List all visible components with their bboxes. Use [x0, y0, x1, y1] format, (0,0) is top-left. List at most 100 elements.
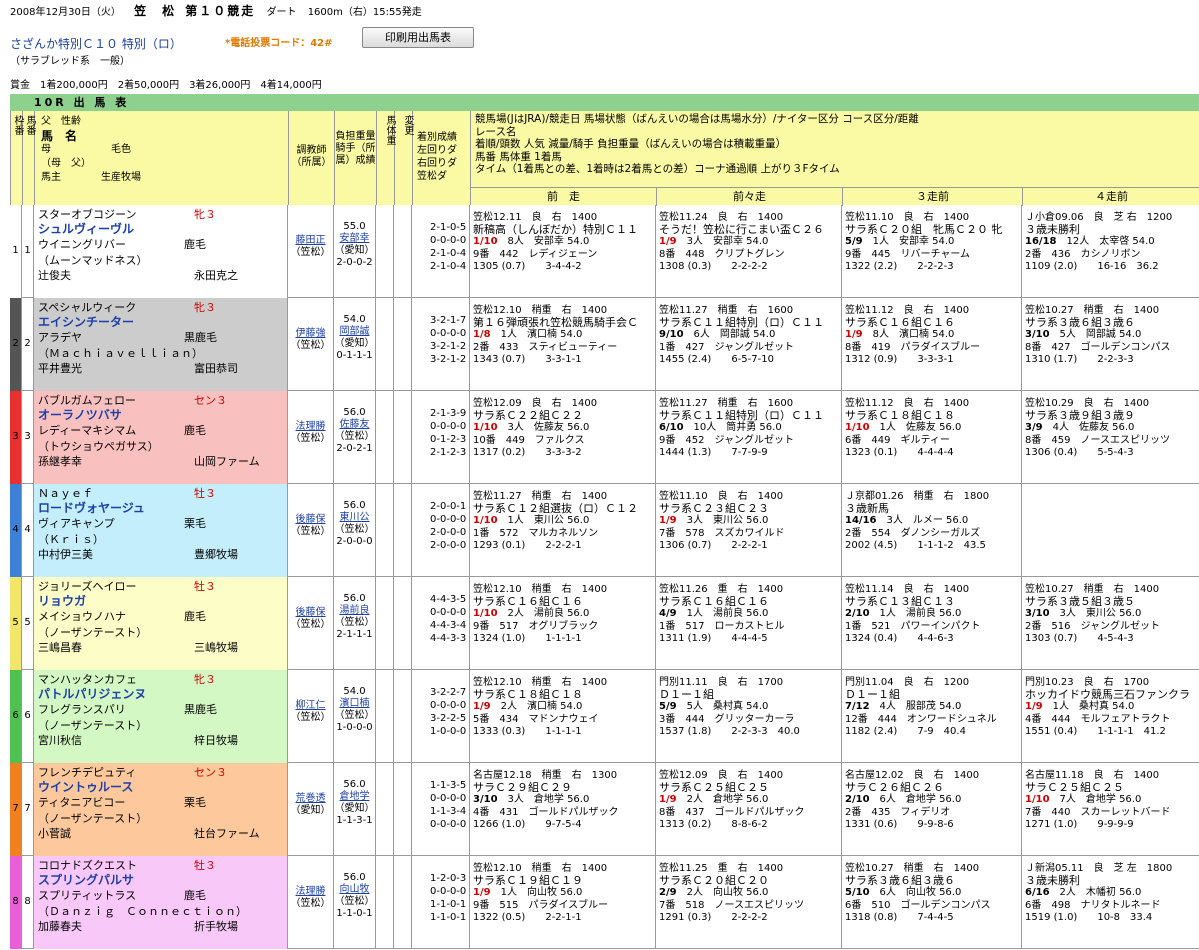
past-race: 笠松11.14 良 右 1400 サラ系Ｃ１３組Ｃ１３ 2/10 1人 湯前良 …	[842, 577, 1022, 670]
horse-name[interactable]: パトルパリジェンヌ	[38, 687, 283, 702]
jockey-link[interactable]: 東川公	[334, 512, 375, 524]
popularity-jockey: 1人 濱口楠 54.0	[500, 329, 583, 341]
sex-age: 牡３	[194, 859, 216, 872]
horse-name[interactable]: ロードヴォヤージュ	[38, 501, 283, 516]
table-row: 55 ジョリーズヘイロー 牡３ リョウガ メイショウノハナ 鹿毛 （ノーザンテースト…	[10, 577, 1199, 670]
dam-line: ティタニアビコー 栗毛	[38, 795, 283, 810]
owner-line: 三嶋昌春 三嶋牧場	[38, 640, 283, 655]
sire-line: ジョリーズヘイロー 牡３	[38, 579, 283, 594]
past-race-name: サラＣ２６組Ｃ２６	[845, 781, 944, 795]
body-weight	[376, 763, 394, 856]
popularity-jockey: 1人 湯前良 56.0	[879, 608, 962, 620]
horse-name[interactable]: リョウガ	[38, 594, 283, 609]
jockey-link[interactable]: 濱口楠	[334, 698, 375, 710]
finish-position: 14/16	[845, 515, 877, 527]
jockey-affiliation: （愛知）	[334, 245, 375, 256]
past-result: 1/9 8人 濱口楠 54.0	[845, 329, 1019, 341]
trainer: 伊藤強 （笠松）	[288, 298, 334, 391]
horse-name[interactable]: シュルヴィーヴル	[38, 222, 283, 237]
jockey-link[interactable]: 岡部誠	[334, 326, 375, 338]
trainer-link[interactable]: 法理勝	[288, 421, 333, 433]
past-race: Ｊ新潟05.11 良 芝 左 1800 ３歳未勝利 6/16 2人 木幡初 56…	[1022, 856, 1199, 949]
coat-color: 黒鹿毛	[184, 703, 217, 717]
jockey-link[interactable]: 倉地学	[334, 791, 375, 803]
dam: スプリティットラス	[38, 889, 137, 903]
past-race-name: サラＣ２９組Ｃ２９	[473, 781, 572, 795]
trainer-link[interactable]: 後藤保	[288, 607, 333, 619]
jockey-record: 1-0-0-0	[336, 722, 373, 733]
trainer-link[interactable]: 藤田正	[288, 235, 333, 247]
past-result: 1/9 2人 倉地学 56.0	[659, 794, 839, 806]
past-result: 1/9 1人 桑村真 54.0	[1025, 701, 1197, 713]
popularity-jockey: 12人 太宰啓 54.0	[1066, 236, 1155, 248]
record-kasamatsu: 2-1-0-4	[430, 261, 467, 272]
owner-line: 辻俊夫 永田克之	[38, 268, 283, 283]
body-weight	[376, 856, 394, 949]
finish-position: 2/10	[845, 608, 870, 620]
sire-line: スターオブコジーン 牝３	[38, 207, 283, 222]
record-left: 0-0-0-0	[430, 328, 467, 339]
jockey-link[interactable]: 向山牧	[334, 884, 375, 896]
sire: コロナドズクエスト	[38, 859, 137, 872]
horse-name[interactable]: ウイントゥルース	[38, 780, 283, 795]
jockey-record: 1-1-3-1	[336, 815, 373, 826]
table-row: 11 スターオブコジーン 牝３ シュルヴィーヴル ウイニングリバー 鹿毛 （ムーンマ…	[10, 205, 1199, 298]
past-result: 1/8 1人 濱口楠 54.0	[473, 329, 653, 341]
change-flag	[394, 298, 412, 391]
jockey-link[interactable]: 佐藤友	[334, 419, 375, 431]
phone-code: *電話投票コード：42#	[225, 38, 333, 49]
past-race: 門別10.23 良 右 1700 ホッカイドウ競馬三石ファンクラ 1/9 1人 …	[1022, 670, 1199, 763]
trainer-link[interactable]: 後藤保	[288, 514, 333, 526]
past-label: 前 走	[471, 188, 657, 206]
past-race: 笠松10.27 稍重 右 1400 サラ系３歳６組３歳６ 3/10 5人 岡部誠…	[1022, 298, 1199, 391]
jockey: 54.0 岡部誠 （愛知） 0-1-1-1	[334, 298, 376, 391]
header-record: 着別成績 左回りダ 右回りダ 笠松ダ	[413, 111, 471, 205]
finish-position: 7/12	[845, 701, 870, 713]
finish-position: 1/9	[845, 329, 863, 341]
past-result: 6/10 10人 筒井勇 56.0	[659, 422, 839, 434]
horse-name[interactable]: オーラノツバサ	[38, 408, 283, 423]
dam-sire: （Ｍａｃｈｉａｖｅｌｌｉａｎ）	[38, 346, 203, 360]
past-number-weight-winner: 12番 444 オンワードシュネル	[845, 713, 997, 725]
carried-weight: 54.0	[343, 686, 366, 697]
popularity-jockey: 3人 安部幸 54.0	[686, 236, 769, 248]
jockey-link[interactable]: 湯前良	[334, 605, 375, 617]
jockey: 56.0 湯前良 （笠松） 2-1-1-1	[334, 577, 376, 670]
trainer-link[interactable]: 柳江仁	[288, 700, 333, 712]
carried-weight: 56.0	[343, 500, 366, 511]
past-time: 1455 (2.4) 6-5-7-10	[659, 353, 774, 365]
past-time: 1551 (0.4) 1-1-1-1 41.2	[1025, 725, 1166, 737]
sex-age: セン３	[194, 766, 227, 779]
waku-number: 4	[10, 484, 22, 577]
record-kasamatsu: 2-0-0-0	[430, 540, 467, 551]
past-result: 2/10 1人 湯前良 56.0	[845, 608, 1019, 620]
sex-age: 牝３	[194, 301, 216, 314]
horse-name[interactable]: スプリングパルサ	[38, 873, 283, 888]
record-left: 0-0-0-0	[430, 421, 467, 432]
trainer-link[interactable]: 伊藤強	[288, 328, 333, 340]
jockey-link[interactable]: 安部幸	[334, 233, 375, 245]
popularity-jockey: 1人 安部幸 54.0	[872, 236, 955, 248]
dam: ティタニアビコー	[38, 796, 126, 810]
horse-info: スペシャルウィーク 牝３ エイシンチーター アラデヤ 黒鹿毛 （Ｍａｃｈｉａｖｅｌｌ…	[34, 298, 288, 391]
popularity-jockey: 3人 東川公 56.0	[686, 515, 769, 527]
surface: ダート	[266, 7, 297, 18]
past-race: 笠松12.10 稍重 右 1400 サラ系Ｃ１８組Ｃ１８ 1/9 2人 濱口楠 …	[470, 670, 656, 763]
trainer-link[interactable]: 法理勝	[288, 886, 333, 898]
trainer-link[interactable]: 荒巻透	[288, 793, 333, 805]
past-race-name: サラ系Ｃ２５組Ｃ２５	[659, 781, 769, 795]
sire-line: フレンチデピュティ セン３	[38, 765, 283, 780]
trainer: 柳江仁 （笠松）	[288, 670, 334, 763]
jockey-affiliation: （笠松）	[334, 896, 375, 907]
past-number-weight-winner: 6番 510 ゴールデンコンパス	[845, 899, 991, 911]
horse-name[interactable]: エイシンチーター	[38, 315, 283, 330]
dam-line: レディーマキシマム 鹿毛	[38, 423, 283, 438]
print-button[interactable]: 印刷用出馬表	[362, 27, 474, 48]
horse-record: 1-1-3-5 0-0-0-0 1-1-3-4 0-0-0-0	[412, 763, 470, 856]
breeder: 永田克之	[194, 268, 238, 282]
popularity-jockey: 6人 向山牧 56.0	[879, 887, 962, 899]
race-name: さざんか特別Ｃ１０ 特別（ロ）	[10, 37, 182, 51]
race-class: （サラブレッド系 一般）	[10, 56, 130, 67]
past-time: 1324 (0.4) 4-4-6-3	[845, 632, 954, 644]
past-time: 1331 (0.6) 9-9-8-6	[845, 818, 954, 830]
